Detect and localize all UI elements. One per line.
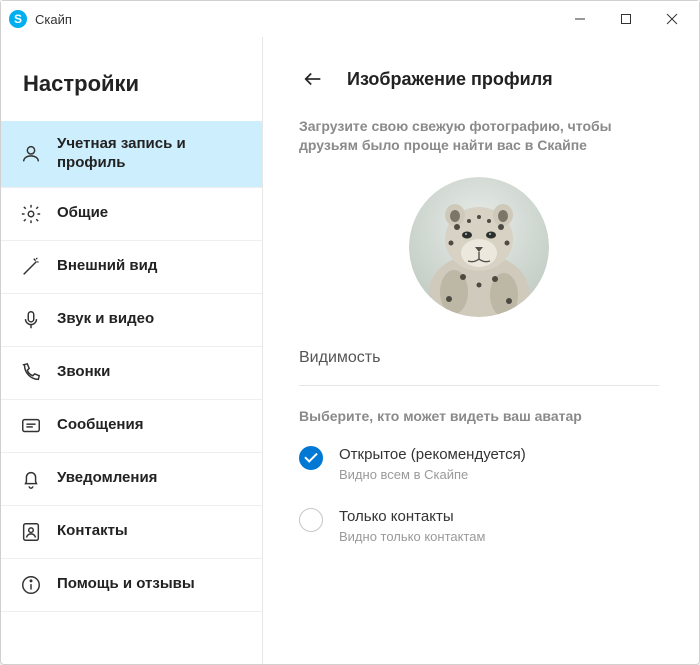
sidebar-item-label: Учетная запись и профиль [57,135,244,173]
content-area: Настройки Учетная запись и профиль Общие… [1,37,699,664]
sidebar-item-label: Звук и видео [57,310,244,329]
settings-sidebar: Настройки Учетная запись и профиль Общие… [1,37,263,664]
profile-avatar[interactable] [409,177,549,317]
close-button[interactable] [649,3,695,35]
sidebar-item-label: Контакты [57,522,244,541]
sidebar-item-appearance[interactable]: Внешний вид [1,241,262,294]
maximize-button[interactable] [603,3,649,35]
sidebar-title: Настройки [1,57,262,121]
page-subtitle: Загрузите свою свежую фотографию, чтобы … [299,117,659,155]
avatar-container [299,177,659,317]
window-title: Скайп [35,12,557,27]
back-button[interactable] [299,65,327,93]
visibility-section-label: Видимость [299,349,659,386]
option-subtitle: Видно всем в Скайпе [339,467,526,482]
sidebar-item-general[interactable]: Общие [1,188,262,241]
bell-icon [19,467,43,491]
sidebar-item-label: Уведомления [57,469,244,488]
account-icon [19,142,43,166]
sidebar-item-contacts[interactable]: Контакты [1,506,262,559]
sidebar-item-help-feedback[interactable]: Помощь и отзывы [1,559,262,612]
titlebar: S Скайп [1,1,699,37]
main-header: Изображение профиля [299,65,659,93]
sidebar-item-calls[interactable]: Звонки [1,347,262,400]
visibility-hint: Выберите, кто может видеть ваш аватар [299,408,659,424]
info-icon [19,573,43,597]
contacts-icon [19,520,43,544]
visibility-option-public[interactable]: Открытое (рекомендуется) Видно всем в Ск… [299,446,659,482]
microphone-icon [19,308,43,332]
sidebar-item-account-profile[interactable]: Учетная запись и профиль [1,121,262,188]
skype-logo-icon: S [9,10,27,28]
sidebar-item-label: Помощь и отзывы [57,575,244,594]
minimize-button[interactable] [557,3,603,35]
main-panel: Изображение профиля Загрузите свою свежу… [263,37,699,664]
sidebar-item-audio-video[interactable]: Звук и видео [1,294,262,347]
visibility-option-contacts-only[interactable]: Только контакты Видно только контактам [299,508,659,544]
message-icon [19,414,43,438]
radio-selected-icon [299,446,323,470]
page-title: Изображение профиля [347,69,553,90]
sidebar-item-label: Сообщения [57,416,244,435]
sidebar-item-messages[interactable]: Сообщения [1,400,262,453]
app-window: S Скайп Настройки Учетная запись и профи… [0,0,700,665]
sidebar-item-label: Внешний вид [57,257,244,276]
magic-wand-icon [19,255,43,279]
gear-icon [19,202,43,226]
sidebar-item-notifications[interactable]: Уведомления [1,453,262,506]
option-subtitle: Видно только контактам [339,529,485,544]
radio-unselected-icon [299,508,323,532]
option-title: Открытое (рекомендуется) [339,446,526,463]
sidebar-item-label: Общие [57,204,244,223]
option-title: Только контакты [339,508,485,525]
sidebar-item-label: Звонки [57,363,244,382]
phone-icon [19,361,43,385]
